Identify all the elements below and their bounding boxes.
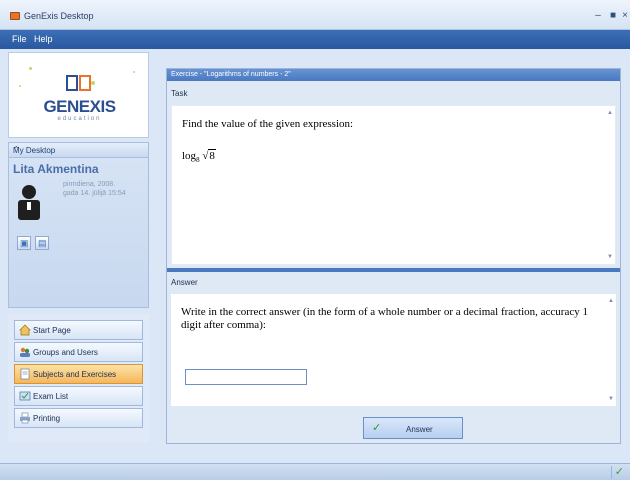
menu-bar: File Help (0, 30, 630, 49)
scroll-up-icon[interactable]: ▲ (607, 110, 613, 116)
home-icon (19, 324, 31, 336)
nav-label: Exam List (33, 392, 69, 401)
answer-label: Answer (171, 278, 198, 287)
sidebar: GENEXIS education My Desktop ⌃ Lita Akme… (8, 52, 149, 452)
date-line-2: gada 14. jūlijā 15:54 (63, 190, 126, 197)
exercise-title-bar: Exercise - "Logarithms of numbers - 2" (167, 69, 620, 81)
task-label: Task (171, 89, 188, 98)
decor-dot (133, 71, 135, 73)
nav-printing[interactable]: Printing (14, 408, 143, 428)
nav-start-page[interactable]: Start Page (14, 320, 143, 340)
app-icon (10, 12, 20, 20)
my-desktop-header[interactable]: My Desktop ⌃ (8, 142, 149, 158)
answer-button-label: Answer (406, 425, 433, 434)
task-section: Task Find the value of the given express… (167, 81, 620, 268)
navigation-list: Start Page Groups and Users Subjects and… (8, 314, 149, 442)
profile-button[interactable]: ▣ (17, 236, 31, 250)
menu-file[interactable]: File (12, 34, 27, 44)
settings-button[interactable]: ▤ (35, 236, 49, 250)
task-text: Find the value of the given expression: (182, 118, 354, 130)
exercise-title: Exercise - "Logarithms of numbers - 2" (171, 71, 291, 78)
logo-tagline: education (57, 116, 102, 122)
menu-help[interactable]: Help (34, 34, 53, 44)
decor-dot (29, 67, 32, 70)
formula-base: 8 (196, 156, 200, 165)
task-formula: log8 √8 (182, 149, 216, 165)
checkmark-icon: ✓ (372, 422, 382, 434)
date-line-1: pirmdiena, 2008. (63, 181, 116, 188)
users-icon (20, 347, 30, 357)
printer-icon (20, 412, 30, 424)
title-bar: GenExis Desktop – ■ × (0, 0, 630, 30)
current-date: pirmdiena, 2008. gada 14. jūlijā 15:54 (63, 180, 145, 198)
logo-brand: GENEXIS (43, 97, 116, 116)
answer-input[interactable] (185, 369, 307, 385)
nav-groups-and-users[interactable]: Groups and Users (14, 342, 143, 362)
answer-instruction: Write in the correct answer (in the form… (181, 306, 588, 331)
image-icon: ▣ (20, 238, 29, 248)
status-separator (611, 466, 612, 479)
logo-icon (66, 75, 95, 91)
task-content: Find the value of the given expression: … (171, 105, 616, 265)
scroll-up-icon[interactable]: ▲ (608, 298, 614, 304)
document-icon (20, 368, 30, 380)
scroll-down-icon[interactable]: ▼ (607, 254, 613, 260)
minimize-button[interactable]: – (592, 10, 604, 22)
status-bar: ✓ (0, 463, 630, 480)
nav-label: Start Page (33, 326, 71, 335)
formula-log: log (182, 150, 197, 162)
status-ok-icon: ✓ (614, 466, 624, 478)
formula-radicand: 8 (208, 149, 216, 162)
exam-icon (19, 391, 31, 401)
answer-button[interactable]: ✓ Answer (363, 417, 463, 439)
decor-dot (19, 85, 21, 87)
my-desktop-panel: Lita Akmentina pirmdiena, 2008. gada 14.… (8, 158, 149, 308)
collapse-icon[interactable]: ⌃ (13, 145, 142, 154)
user-name: Lita Akmentina (13, 162, 99, 176)
nav-label: Groups and Users (33, 348, 98, 357)
maximize-button[interactable]: ■ (607, 10, 619, 22)
window-title: GenExis Desktop (24, 11, 94, 21)
avatar (18, 185, 40, 220)
logo-panel: GENEXIS education (8, 52, 149, 138)
exercise-panel: Exercise - "Logarithms of numbers - 2" T… (166, 68, 621, 444)
scroll-down-icon[interactable]: ▼ (608, 396, 614, 402)
answer-content: Write in the correct answer (in the form… (171, 294, 616, 406)
nav-subjects-and-exercises[interactable]: Subjects and Exercises (14, 364, 143, 384)
nav-exam-list[interactable]: Exam List (14, 386, 143, 406)
nav-label: Printing (33, 414, 61, 423)
nav-label: Subjects and Exercises (33, 370, 117, 379)
card-icon: ▤ (38, 238, 47, 248)
close-button[interactable]: × (620, 10, 630, 22)
